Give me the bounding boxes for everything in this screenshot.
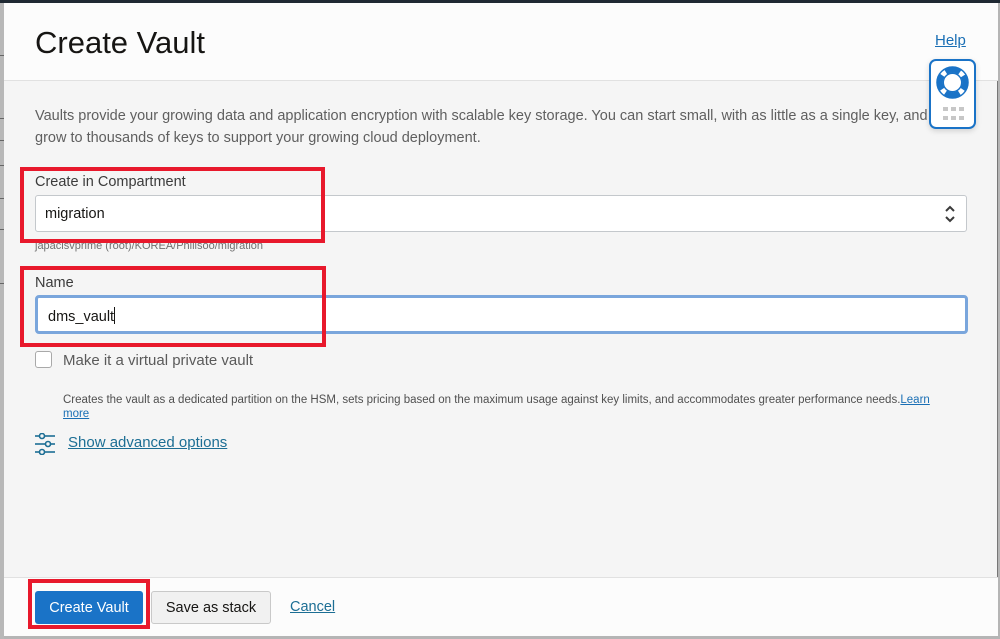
compartment-select[interactable]: migration: [35, 195, 967, 232]
virtual-private-vault-help: Creates the vault as a dedicated partiti…: [63, 393, 933, 421]
create-vault-button[interactable]: Create Vault: [35, 591, 143, 624]
lifebuoy-icon: [936, 66, 969, 99]
cancel-link[interactable]: Cancel: [290, 599, 335, 615]
compartment-path: japacisvprime (root)/KOREA/Phillsoo/migr…: [35, 240, 264, 252]
virtual-private-vault-checkbox[interactable]: [35, 351, 52, 368]
text-caret: [114, 307, 116, 324]
name-value: dms_vault: [48, 309, 115, 325]
name-label: Name: [35, 275, 74, 291]
compartment-value: migration: [45, 206, 105, 222]
panel-header: Create Vault Help: [4, 3, 998, 81]
help-widget-button[interactable]: [929, 59, 976, 129]
panel-footer: Create Vault Save as stack Cancel: [4, 577, 998, 636]
help-link[interactable]: Help: [935, 32, 966, 49]
name-input[interactable]: dms_vault: [35, 295, 968, 334]
virtual-private-vault-help-text: Creates the vault as a dedicated partiti…: [63, 394, 901, 406]
page-title: Create Vault: [35, 25, 206, 60]
compartment-label: Create in Compartment: [35, 174, 186, 190]
show-advanced-options-label: Show advanced options: [68, 434, 228, 451]
create-vault-panel: Create Vault Help Vaults provide your gr…: [4, 3, 998, 636]
sliders-icon: [35, 433, 55, 455]
vault-description: Vaults provide your growing data and app…: [35, 108, 928, 146]
chevron-up-down-icon: [945, 205, 955, 223]
save-as-stack-button[interactable]: Save as stack: [151, 591, 271, 624]
virtual-private-vault-label: Make it a virtual private vault: [63, 352, 254, 369]
grip-icon[interactable]: [943, 107, 965, 121]
